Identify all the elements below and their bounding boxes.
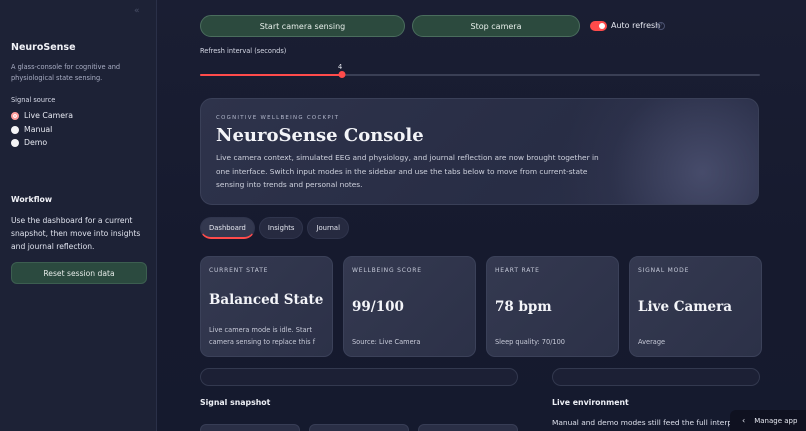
environment-pill — [552, 368, 760, 386]
workflow-title: Workflow — [11, 195, 53, 204]
snapshot-tile — [309, 424, 409, 431]
metric-label: HEART RATE — [495, 267, 540, 274]
tab-insights[interactable]: Insights — [258, 217, 304, 239]
hero-title: NeuroSense Console — [216, 125, 424, 146]
metric-card-heart-rate: HEART RATE 78 bpm Sleep quality: 70/100 — [486, 256, 619, 357]
metric-label: CURRENT STATE — [209, 267, 269, 274]
metric-subtext: Source: Live Camera — [352, 338, 421, 346]
live-environment-title: Live environment — [552, 398, 629, 407]
hero-panel: COGNITIVE WELLBEING COCKPIT NeuroSense C… — [200, 98, 759, 205]
metric-subtext: Live camera mode is idle. Start camera s… — [209, 326, 316, 346]
metric-value: 99/100 — [352, 299, 404, 315]
reset-session-button[interactable]: Reset session data — [11, 262, 147, 284]
radio-live-camera[interactable]: Live Camera — [11, 111, 73, 120]
metric-cards: CURRENT STATE Balanced State Live camera… — [200, 256, 762, 357]
metric-label: SIGNAL MODE — [638, 267, 690, 274]
metric-subtext: Sleep quality: 70/100 — [495, 338, 566, 346]
manage-app-button[interactable]: ‹ Manage app — [730, 410, 806, 431]
metric-card-wellbeing-score: WELLBEING SCORE 99/100 Source: Live Came… — [343, 256, 476, 357]
main-content: Start camera sensing Stop camera Auto re… — [157, 0, 806, 431]
metric-subtext: Average — [638, 338, 666, 346]
manage-app-label: Manage app — [754, 416, 798, 425]
tab-bar: Dashboard Insights Journal — [200, 217, 349, 239]
radio-label: Demo — [24, 138, 48, 147]
slider-thumb[interactable] — [338, 71, 346, 78]
metric-value: Balanced State — [209, 292, 324, 308]
metric-card-current-state: CURRENT STATE Balanced State Live camera… — [200, 256, 333, 357]
refresh-interval-slider[interactable] — [200, 71, 760, 78]
hero-eyebrow: COGNITIVE WELLBEING COCKPIT — [216, 115, 340, 121]
tab-journal[interactable]: Journal — [307, 217, 349, 239]
snapshot-tile — [418, 424, 518, 431]
chevron-left-icon: ‹ — [742, 416, 746, 425]
hero-text: Live camera context, simulated EEG and p… — [216, 153, 599, 189]
radio-label: Live Camera — [24, 111, 73, 120]
snapshot-tile — [200, 424, 300, 431]
metric-value: Live Camera — [638, 299, 732, 315]
snapshot-pill — [200, 368, 518, 386]
sidebar: « NeuroSense A glass-console for cogniti… — [0, 0, 157, 431]
start-camera-button[interactable]: Start camera sensing — [200, 15, 405, 37]
signal-source-label: Signal source — [11, 96, 56, 104]
tab-dashboard[interactable]: Dashboard — [200, 217, 255, 239]
auto-refresh-label: Auto refresh — [611, 21, 661, 30]
radio-selected-icon[interactable] — [11, 111, 19, 120]
slider-fill — [200, 74, 343, 76]
auto-refresh-toggle[interactable] — [590, 21, 607, 31]
help-icon[interactable]: ? — [657, 22, 665, 30]
radio-manual[interactable]: Manual — [11, 125, 52, 134]
radio-unselected-icon[interactable] — [11, 138, 19, 147]
radio-demo[interactable]: Demo — [11, 138, 47, 147]
metric-value: 78 bpm — [495, 299, 552, 315]
sidebar-title: NeuroSense — [11, 42, 76, 53]
signal-snapshot-title: Signal snapshot — [200, 398, 271, 407]
stop-camera-button[interactable]: Stop camera — [412, 15, 580, 37]
sidebar-description: A glass-console for cognitive and physio… — [11, 63, 121, 82]
refresh-interval-value: 4 — [338, 63, 343, 71]
metric-label: WELLBEING SCORE — [352, 267, 422, 274]
workflow-text: Use the dashboard for a current snapshot… — [11, 216, 141, 251]
collapse-sidebar-icon[interactable]: « — [134, 6, 140, 16]
metric-card-signal-mode: SIGNAL MODE Live Camera Average — [629, 256, 762, 357]
refresh-interval-label: Refresh interval (seconds) — [200, 47, 287, 55]
radio-label: Manual — [24, 125, 53, 134]
radio-unselected-icon[interactable] — [11, 125, 19, 134]
